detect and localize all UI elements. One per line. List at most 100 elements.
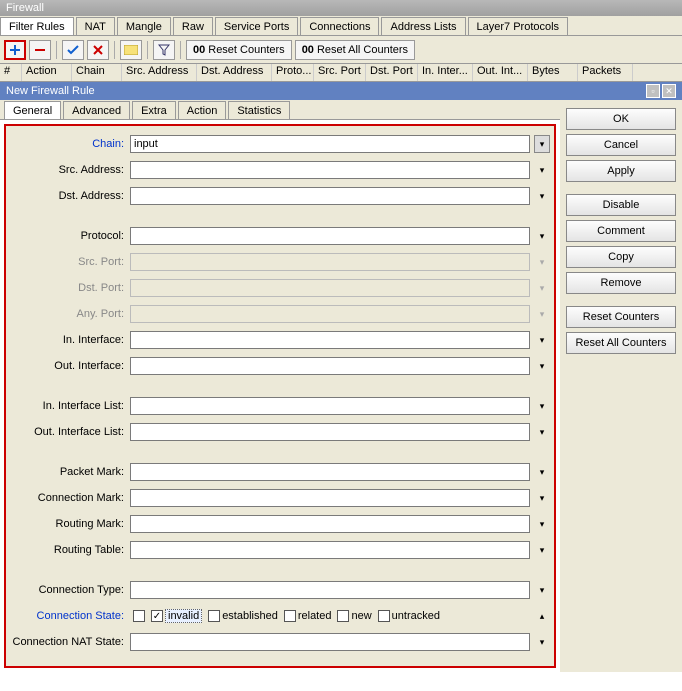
chevron-down-icon: ▾: [540, 637, 545, 648]
src-port-expand[interactable]: ▾: [534, 253, 550, 271]
dialog-tab-extra[interactable]: Extra: [132, 101, 176, 119]
connection-type-expand[interactable]: ▾: [534, 581, 550, 599]
main-tab-address-lists[interactable]: Address Lists: [381, 17, 465, 35]
reset-counters-button[interactable]: 00Reset Counters: [186, 40, 292, 60]
packet-mark-expand[interactable]: ▾: [534, 463, 550, 481]
main-tab-layer7-protocols[interactable]: Layer7 Protocols: [468, 17, 569, 35]
filter-button[interactable]: [153, 40, 175, 60]
out-interface-list-expand[interactable]: ▾: [534, 423, 550, 441]
column-header[interactable]: Bytes: [528, 64, 578, 81]
dst-port-expand[interactable]: ▾: [534, 279, 550, 297]
dialog-button-panel: OK Cancel Apply Disable Comment Copy Rem…: [560, 100, 682, 672]
main-tab-service-ports[interactable]: Service Ports: [215, 17, 298, 35]
main-tab-mangle[interactable]: Mangle: [117, 17, 171, 35]
src-address-expand[interactable]: ▾: [534, 161, 550, 179]
chain-input[interactable]: [130, 135, 530, 153]
out-interface-list-input[interactable]: [130, 423, 530, 441]
in-interface-expand[interactable]: ▾: [534, 331, 550, 349]
column-header[interactable]: Proto...: [272, 64, 314, 81]
reset-all-counters-button[interactable]: 00Reset All Counters: [295, 40, 415, 60]
connection-mark-expand[interactable]: ▾: [534, 489, 550, 507]
chevron-down-icon: ▾: [540, 335, 545, 346]
chevron-down-icon: ▾: [540, 519, 545, 530]
in-interface-input[interactable]: [130, 331, 530, 349]
x-icon: [92, 44, 104, 56]
main-tab-filter-rules[interactable]: Filter Rules: [0, 17, 74, 35]
dst-address-expand[interactable]: ▾: [534, 187, 550, 205]
minimize-button[interactable]: ▫: [646, 84, 660, 98]
apply-button[interactable]: Apply: [566, 160, 676, 182]
connection-mark-input[interactable]: [130, 489, 530, 507]
column-header[interactable]: Chain: [72, 64, 122, 81]
enable-button[interactable]: [62, 40, 84, 60]
add-button[interactable]: [4, 40, 26, 60]
cancel-button[interactable]: Cancel: [566, 134, 676, 156]
column-header[interactable]: Src. Port: [314, 64, 366, 81]
main-tab-connections[interactable]: Connections: [300, 17, 379, 35]
dialog-tab-statistics[interactable]: Statistics: [228, 101, 290, 119]
chevron-down-icon: ▾: [540, 427, 545, 438]
protocol-expand[interactable]: ▾: [534, 227, 550, 245]
connection-state-negate-checkbox[interactable]: [133, 610, 145, 622]
main-tab-raw[interactable]: Raw: [173, 17, 213, 35]
column-header[interactable]: Src. Address: [122, 64, 197, 81]
connection-nat-state-expand[interactable]: ▾: [534, 633, 550, 651]
connection-nat-state-input[interactable]: [130, 633, 530, 651]
protocol-label: Protocol:: [6, 230, 130, 242]
dialog-left-pane: GeneralAdvancedExtraActionStatistics Cha…: [0, 100, 560, 672]
ok-button[interactable]: OK: [566, 108, 676, 130]
dialog-tab-advanced[interactable]: Advanced: [63, 101, 130, 119]
reset-counters-button[interactable]: Reset Counters: [566, 306, 676, 328]
in-interface-list-input[interactable]: [130, 397, 530, 415]
connection-state-collapse[interactable]: ▴: [534, 607, 550, 625]
routing-mark-expand[interactable]: ▾: [534, 515, 550, 533]
out-interface-input[interactable]: [130, 357, 530, 375]
column-header[interactable]: Packets: [578, 64, 633, 81]
comment-icon: [124, 45, 138, 55]
protocol-input[interactable]: [130, 227, 530, 245]
any-port-expand[interactable]: ▾: [534, 305, 550, 323]
column-header[interactable]: #: [0, 64, 22, 81]
chevron-down-icon: ▾: [540, 401, 545, 412]
comment-button[interactable]: Comment: [566, 220, 676, 242]
dialog-tab-action[interactable]: Action: [178, 101, 227, 119]
packet-mark-input[interactable]: [130, 463, 530, 481]
routing-table-input[interactable]: [130, 541, 530, 559]
comment-button[interactable]: [120, 40, 142, 60]
column-header[interactable]: Dst. Address: [197, 64, 272, 81]
remove-button[interactable]: Remove: [566, 272, 676, 294]
conn-state-established-checkbox[interactable]: [208, 610, 220, 622]
routing-table-expand[interactable]: ▾: [534, 541, 550, 559]
column-header[interactable]: Dst. Port: [366, 64, 418, 81]
column-header[interactable]: Out. Int...: [473, 64, 528, 81]
dialog-tab-general[interactable]: General: [4, 101, 61, 119]
dst-address-input[interactable]: [130, 187, 530, 205]
src-port-label: Src. Port:: [6, 256, 130, 268]
dialog-title: New Firewall Rule: [6, 85, 95, 97]
toolbar: 00Reset Counters 00Reset All Counters: [0, 36, 682, 64]
copy-button[interactable]: Copy: [566, 246, 676, 268]
disable-button[interactable]: Disable: [566, 194, 676, 216]
conn-state-invalid-label: invalid: [165, 609, 202, 623]
close-button[interactable]: ✕: [662, 84, 676, 98]
dialog-title-bar: New Firewall Rule ▫ ✕: [0, 82, 682, 100]
remove-button[interactable]: [29, 40, 51, 60]
connection-type-input[interactable]: [130, 581, 530, 599]
routing-mark-input[interactable]: [130, 515, 530, 533]
conn-state-new-checkbox[interactable]: [337, 610, 349, 622]
conn-state-invalid-checkbox[interactable]: [151, 610, 163, 622]
disable-button[interactable]: [87, 40, 109, 60]
main-tab-nat[interactable]: NAT: [76, 17, 115, 35]
connection-type-label: Connection Type:: [6, 584, 130, 596]
conn-state-untracked-checkbox[interactable]: [378, 610, 390, 622]
reset-all-counters-button[interactable]: Reset All Counters: [566, 332, 676, 354]
conn-state-related-checkbox[interactable]: [284, 610, 296, 622]
chain-dropdown[interactable]: ▾: [534, 135, 550, 153]
column-header[interactable]: Action: [22, 64, 72, 81]
out-interface-expand[interactable]: ▾: [534, 357, 550, 375]
in-interface-list-expand[interactable]: ▾: [534, 397, 550, 415]
src-address-input[interactable]: [130, 161, 530, 179]
column-header[interactable]: In. Inter...: [418, 64, 473, 81]
dst-port-input: [130, 279, 530, 297]
conn-state-related: related: [284, 610, 332, 622]
